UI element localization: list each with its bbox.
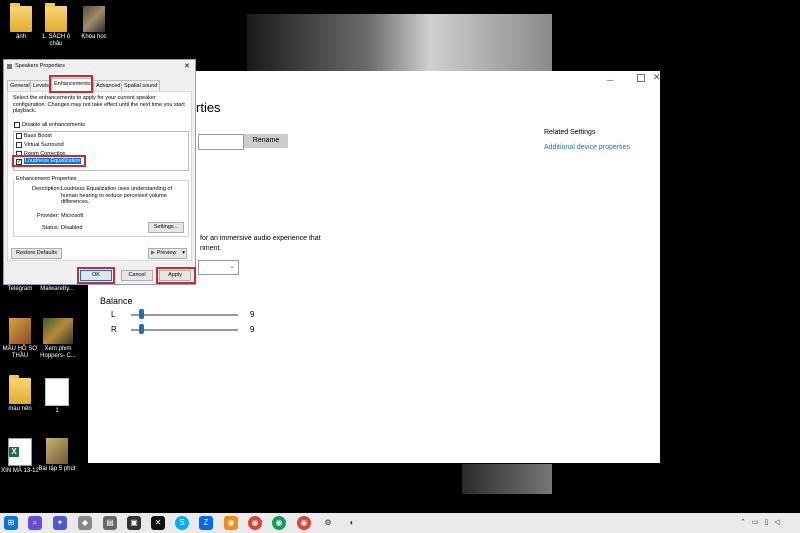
restore-defaults-button[interactable]: Restore Defaults — [11, 248, 62, 259]
enhancements-description: Select the enhancements to apply for you… — [13, 95, 185, 114]
left-channel-slider-thumb[interactable] — [138, 309, 144, 319]
network-icon[interactable]: ▭ — [752, 519, 759, 526]
document-image-icon — [46, 438, 68, 464]
spatial-sound-text-1: for an immersive audio experience that — [200, 235, 321, 242]
chevron-up-icon[interactable]: ⌃ — [740, 519, 746, 526]
wallpaper-photo — [462, 464, 552, 494]
settings-icon[interactable]: ⚙ — [321, 516, 335, 530]
folder-icon — [9, 375, 31, 404]
description-label: Description: — [32, 186, 62, 192]
chrome-2-icon[interactable]: ◉ — [272, 516, 286, 530]
document-image-icon — [9, 318, 31, 344]
desktop-icon-anh[interactable]: ảnh — [1, 3, 41, 41]
capcut-icon[interactable]: ✕ — [151, 516, 165, 530]
virtual-surround-checkbox[interactable] — [16, 142, 22, 148]
zalo-icon[interactable]: Z — [199, 516, 213, 530]
close-icon[interactable]: ✕ — [653, 72, 661, 83]
wallpaper-photo — [247, 14, 552, 71]
desktop-icon-xin-ma[interactable]: XIN MÃ 13-12 — [0, 438, 40, 475]
battery-icon[interactable]: ▯ — [764, 519, 768, 526]
desktop-icon-telegram[interactable]: Telegram — [0, 286, 40, 293]
shield-icon[interactable]: ◆ — [78, 516, 92, 530]
skype-icon[interactable]: S — [175, 516, 189, 530]
file-icon — [45, 378, 69, 406]
spatial-sound-dropdown[interactable]: ⌄ — [198, 260, 239, 275]
chrome-3-icon[interactable]: ◉ — [297, 516, 311, 530]
desktop-icon-mau-ho-so[interactable]: MẪU HỒ SƠ THẦU — [0, 318, 40, 360]
folder-photo-icon — [83, 6, 105, 32]
highlight-loudness-equalization — [12, 155, 86, 167]
bass-boost-label: Bass Boost — [24, 133, 52, 139]
right-channel-slider-track[interactable] — [131, 329, 238, 331]
spatial-sound-text-2: nment. — [200, 245, 222, 252]
photos-icon[interactable]: ▣ — [127, 516, 141, 530]
minimize-icon[interactable]: ─ — [607, 75, 613, 85]
provider-value: Microsoft — [61, 213, 84, 219]
desktop-icon-bai-tap[interactable]: Bài tập 5 phút — [37, 438, 77, 473]
tab-general[interactable]: General — [7, 80, 33, 91]
preview-label: Preview — [156, 250, 177, 256]
chevron-down-icon: ⌄ — [229, 263, 235, 270]
search-icon[interactable]: ⌕ — [28, 516, 42, 530]
play-icon: ▶ — [151, 250, 156, 256]
video-thumbnail-icon — [43, 318, 73, 344]
folder-icon — [10, 3, 32, 32]
status-value: Disabled — [61, 225, 83, 231]
close-icon[interactable]: ✕ — [184, 62, 190, 70]
related-settings-title: Related Settings — [544, 129, 596, 136]
maximize-icon[interactable] — [637, 74, 645, 82]
dialog-title: Speakers Properties — [15, 63, 65, 69]
disable-all-label: Disable all enhancements — [22, 122, 85, 128]
description-value: Loudness Equalization uses understanding… — [61, 186, 172, 205]
right-channel-value: 9 — [250, 325, 255, 334]
settings-button[interactable]: Settings... — [148, 222, 184, 233]
status-label: Status: — [42, 225, 60, 231]
notes-icon[interactable]: ▤ — [103, 516, 117, 530]
cancel-button[interactable]: Cancel — [121, 270, 153, 281]
bass-boost-checkbox[interactable] — [16, 133, 22, 139]
media-icon[interactable]: ◐ — [345, 516, 359, 530]
tab-spatial-sound[interactable]: Spatial sound — [121, 80, 161, 91]
desktop-icon-malwarebytes[interactable]: Malwareby... — [37, 286, 77, 293]
highlight-apply-button — [156, 267, 196, 284]
chrome-orange-icon[interactable]: ◉ — [224, 516, 238, 530]
desktop-icon-khoa-hoc[interactable]: Khóa học — [74, 6, 114, 41]
provider-label: Provider: — [37, 213, 60, 219]
desktop-icon-mau-nen[interactable]: màu nền — [0, 375, 40, 413]
disable-all-checkbox[interactable] — [14, 122, 20, 128]
left-channel-slider-track[interactable] — [131, 314, 238, 316]
left-channel-label: L — [111, 310, 116, 319]
rename-button[interactable]: Rename — [244, 134, 288, 148]
desktop-icon-sach[interactable]: 1. SÁCH ô châu — [36, 3, 76, 48]
speakers-properties-dialog: Speakers Properties ✕ General Levels Enh… — [3, 59, 196, 285]
page-title: rties — [196, 100, 221, 115]
excel-file-icon — [8, 438, 32, 466]
desktop-icon-xem-phim[interactable]: Xem phim Hoppers- C... — [38, 318, 78, 360]
tab-advanced[interactable]: Advanced — [93, 80, 124, 91]
right-channel-label: R — [111, 325, 117, 334]
chrome-icon[interactable]: ◉ — [248, 516, 262, 530]
enhancement-properties-title: Enhancement Properties — [15, 176, 78, 182]
speaker-icon — [7, 64, 12, 69]
highlight-ok-button — [77, 267, 115, 284]
folder-icon — [45, 3, 67, 32]
device-name-input[interactable] — [198, 134, 244, 150]
left-channel-value: 9 — [250, 310, 255, 319]
desktop-icon-1[interactable]: 1 — [37, 378, 77, 415]
windows-icon[interactable]: ⊞ — [4, 516, 18, 530]
virtual-surround-label: Virtual Surround — [24, 142, 64, 148]
preview-button[interactable]: ▶ Preview ▾ — [148, 248, 187, 259]
taskbar — [0, 513, 800, 533]
system-tray: ⌃ ▭ ▯ ◁ — [740, 518, 796, 528]
additional-device-properties-link[interactable]: Additional device properties — [544, 144, 630, 151]
right-channel-slider-thumb[interactable] — [138, 324, 144, 334]
teams-icon[interactable]: ✦ — [53, 516, 67, 530]
balance-title: Balance — [100, 296, 133, 306]
highlight-enhancements-tab — [49, 75, 93, 93]
volume-icon[interactable]: ◁ — [774, 519, 779, 526]
chevron-down-icon: ▾ — [182, 250, 185, 256]
